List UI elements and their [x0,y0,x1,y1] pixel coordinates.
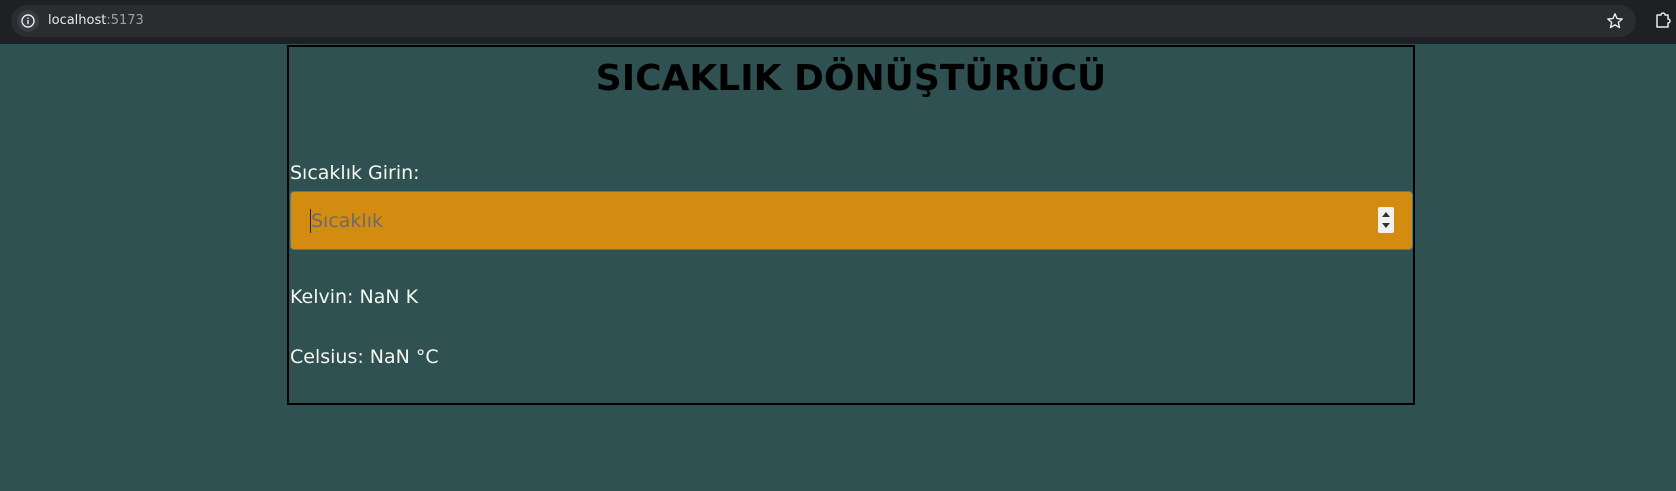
star-icon[interactable] [1606,12,1624,30]
celsius-result: Celsius: NaN °C [290,346,439,368]
temperature-input[interactable] [290,191,1413,250]
address-bar[interactable]: localhost:5173 [11,5,1636,37]
converter-card: SICAKLIK DÖNÜŞTÜRÜCÜ Sıcaklık Girin: Kel… [287,45,1415,405]
url-text[interactable]: localhost:5173 [48,13,144,29]
url-port: :5173 [106,13,144,28]
page-title: SICAKLIK DÖNÜŞTÜRÜCÜ [595,58,1107,99]
browser-toolbar: localhost:5173 [0,0,1676,44]
url-host: localhost [48,13,107,28]
kelvin-result: Kelvin: NaN K [290,286,419,308]
number-spinner[interactable] [1378,207,1394,233]
text-caret [310,209,311,233]
info-icon[interactable] [17,10,39,32]
temperature-input-label: Sıcaklık Girin: [290,162,420,184]
puzzle-icon[interactable] [1654,11,1672,29]
